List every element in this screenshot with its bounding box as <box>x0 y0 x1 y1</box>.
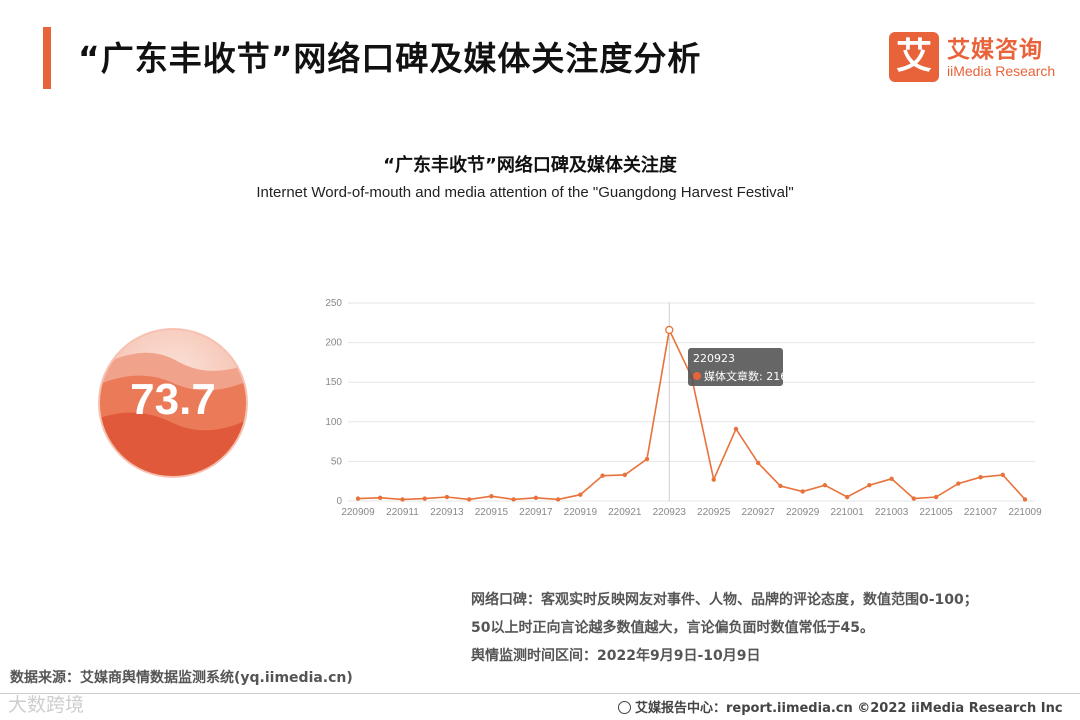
data-point <box>889 476 894 482</box>
data-point <box>422 496 427 501</box>
y-tick-label: 150 <box>325 377 342 388</box>
data-point <box>400 497 405 502</box>
x-tick-label: 220929 <box>786 507 820 518</box>
tooltip-date: 220923 <box>693 352 735 365</box>
data-point <box>756 460 761 466</box>
data-point <box>444 494 450 500</box>
x-tick-label: 220909 <box>341 507 375 518</box>
x-tick-label: 220919 <box>564 507 598 518</box>
x-tick-label: 220925 <box>697 507 731 518</box>
footer-credit: 艾媒报告中心：report.iimedia.cn ©2022 iiMedia R… <box>618 697 1063 716</box>
data-point <box>978 475 983 480</box>
watermark: 大数跨境 <box>8 694 85 716</box>
x-tick-label: 221001 <box>830 507 864 518</box>
data-point <box>600 473 605 478</box>
line-chart: 0 50 100 150 200 250 220909 220911 220913 220915 2… <box>325 298 1042 518</box>
data-point <box>778 483 783 489</box>
x-tick-label: 220915 <box>475 507 509 518</box>
data-point <box>733 426 739 432</box>
x-tick-label: 220923 <box>653 507 687 518</box>
data-point <box>665 325 674 335</box>
y-tick-label: 0 <box>336 496 342 507</box>
x-tick-label: 220917 <box>519 507 553 518</box>
x-tick-label: 220921 <box>608 507 642 518</box>
footer-text: 艾媒报告中心：report.iimedia.cn ©2022 iiMedia R… <box>635 701 1063 716</box>
footer-divider <box>0 693 1080 694</box>
data-point <box>355 496 361 501</box>
x-tick-label: 220913 <box>430 507 464 518</box>
data-point <box>911 496 917 501</box>
data-point <box>555 497 561 502</box>
note-line-3: 舆情监测时间区间：2022年9月9日-10月9日 <box>471 648 761 664</box>
data-point <box>511 497 516 502</box>
data-point <box>800 489 805 494</box>
y-tick-label: 200 <box>325 338 342 349</box>
data-point <box>378 495 383 501</box>
data-point <box>644 456 650 462</box>
data-point <box>578 492 583 497</box>
chart-tooltip: 220923 媒体文章数: 216 <box>688 348 787 386</box>
data-point <box>1000 472 1005 478</box>
data-point <box>711 477 716 482</box>
data-point <box>867 482 872 488</box>
data-point <box>489 494 494 499</box>
x-tick-label: 221005 <box>919 507 953 518</box>
y-tick-label: 100 <box>325 417 342 428</box>
tooltip-series-dot <box>693 372 701 380</box>
data-point <box>622 472 627 478</box>
data-point <box>956 481 961 486</box>
x-tick-label: 221009 <box>1008 507 1042 518</box>
data-point <box>1022 497 1028 502</box>
data-point <box>844 494 850 500</box>
x-tick-label: 220927 <box>742 507 776 518</box>
note-line-2: 50以上时正向言论越多数值越大，言论偏负面时数值常低于45。 <box>471 620 874 636</box>
note-line-1: 网络口碑：客观实时反映网友对事件、人物、品牌的评论态度，数值范围0-100； <box>471 592 978 608</box>
data-source: 数据来源：艾媒商舆情数据监测系统(yq.iimedia.cn) <box>10 670 353 686</box>
data-point <box>933 494 939 500</box>
y-tick-label: 50 <box>331 456 343 467</box>
data-point <box>822 482 828 488</box>
x-tick-label: 220911 <box>386 507 419 518</box>
tooltip-value: 媒体文章数: 216 <box>704 370 788 383</box>
y-tick-label: 250 <box>325 298 342 309</box>
data-point <box>533 495 539 501</box>
x-tick-label: 221003 <box>875 507 909 518</box>
data-point <box>466 497 472 502</box>
globe-icon <box>618 701 631 714</box>
x-tick-label: 221007 <box>964 507 998 518</box>
